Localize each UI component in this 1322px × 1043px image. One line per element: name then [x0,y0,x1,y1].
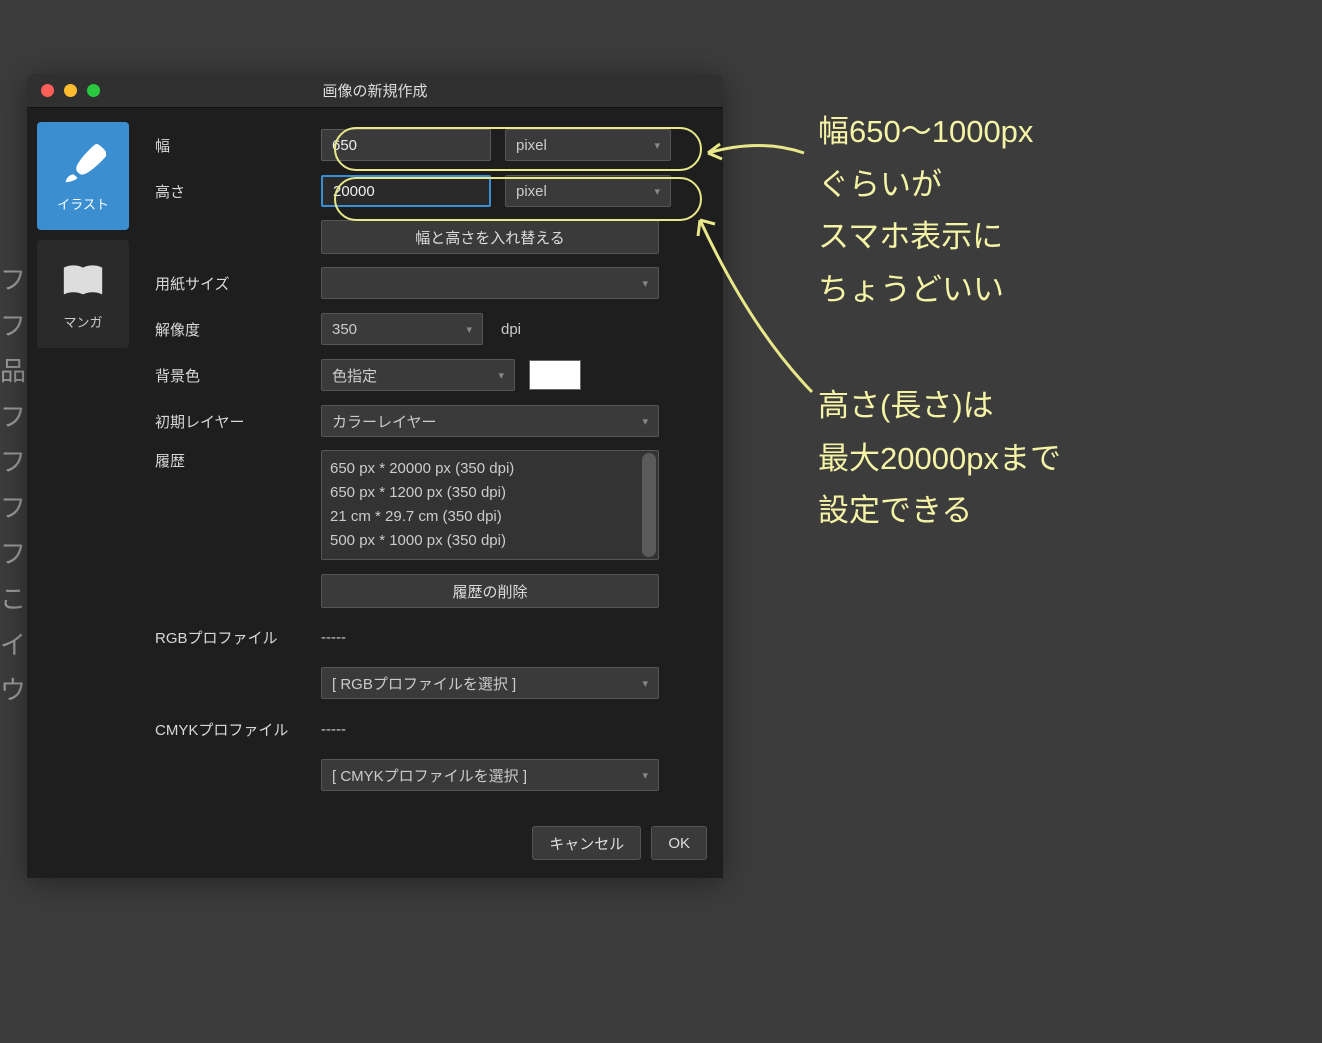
cmyk-profile-label: CMYKプロファイル [155,719,321,740]
resolution-value: 350 [332,321,357,338]
initial-layer-value: カラーレイヤー [332,411,437,432]
ok-button[interactable]: OK [651,826,707,860]
annotation-text-height: 高さ(長さ)は 最大20000pxまで 設定できる [818,380,1061,538]
clear-history-button[interactable]: 履歴の削除 [321,574,659,608]
bgcolor-swatch[interactable] [529,360,581,390]
bgcolor-value: 色指定 [332,365,377,386]
dialog-new-image: 画像の新規作成 イラスト マンガ 幅 pixel ▾ [27,74,723,878]
swap-wh-button[interactable]: 幅と高さを入れ替える [321,220,659,254]
cmyk-profile-select-text: [ CMYKプロファイルを選択 ] [332,765,527,786]
rgb-profile-label: RGBプロファイル [155,627,321,648]
chevron-down-icon: ▾ [642,415,648,428]
resolution-select[interactable]: 350 ▾ [321,313,483,345]
height-unit-select[interactable]: pixel ▾ [505,175,671,207]
height-unit-value: pixel [516,183,547,200]
titlebar: 画像の新規作成 [27,74,723,108]
sidebar-tab-manga[interactable]: マンガ [37,240,129,348]
chevron-down-icon: ▾ [466,323,472,336]
chevron-down-icon: ▾ [642,677,648,690]
zoom-icon[interactable] [87,84,100,97]
minimize-icon[interactable] [64,84,77,97]
resolution-unit: dpi [501,321,521,338]
history-item[interactable]: 650 px * 1200 px (350 dpi) [330,481,650,505]
height-input[interactable] [321,175,491,207]
rgb-profile-select[interactable]: [ RGBプロファイルを選択 ] ▾ [321,667,659,699]
paper-size-label: 用紙サイズ [155,273,321,294]
bgcolor-select[interactable]: 色指定 ▾ [321,359,515,391]
chevron-down-icon: ▾ [654,139,660,152]
bgcolor-label: 背景色 [155,365,321,386]
width-label: 幅 [155,135,321,156]
rgb-profile-select-text: [ RGBプロファイルを選択 ] [332,673,516,694]
width-unit-select[interactable]: pixel ▾ [505,129,671,161]
sidebar-tab-label: イラスト [57,194,109,213]
cmyk-profile-select[interactable]: [ CMYKプロファイルを選択 ] ▾ [321,759,659,791]
resolution-label: 解像度 [155,319,321,340]
annotation-text-width: 幅650〜1000px ぐらいが スマホ表示に ちょうどいい [818,106,1033,317]
form-area: 幅 pixel ▾ 高さ pixel ▾ [155,122,707,798]
chevron-down-icon: ▾ [642,769,648,782]
width-input[interactable] [321,129,491,161]
history-label: 履歴 [155,450,321,471]
history-item[interactable]: 500 px * 1000 px (350 dpi) [330,529,650,553]
sidebar-tab-label: マンガ [63,312,102,331]
chevron-down-icon: ▾ [642,277,648,290]
cmyk-profile-value: ----- [321,721,346,738]
history-item[interactable]: 21 cm * 29.7 cm (350 dpi) [330,505,650,529]
history-item[interactable]: 650 px * 20000 px (350 dpi) [330,457,650,481]
parent-app-edge: フフ品フフフフこイウ [0,260,22,716]
width-unit-value: pixel [516,137,547,154]
close-icon[interactable] [41,84,54,97]
paper-size-select[interactable]: ▾ [321,267,659,299]
history-listbox[interactable]: 650 px * 20000 px (350 dpi) 650 px * 120… [321,450,659,560]
initial-layer-select[interactable]: カラーレイヤー ▾ [321,405,659,437]
height-label: 高さ [155,181,321,202]
initial-layer-label: 初期レイヤー [155,411,321,432]
traffic-lights [41,84,100,97]
sidebar-tab-illust[interactable]: イラスト [37,122,129,230]
brush-icon [60,140,106,186]
chevron-down-icon: ▾ [654,185,660,198]
chevron-down-icon: ▾ [498,369,504,382]
window-title: 画像の新規作成 [27,80,723,101]
dialog-footer: キャンセル OK [27,822,723,878]
rgb-profile-value: ----- [321,629,346,646]
book-icon [60,258,106,304]
cancel-button[interactable]: キャンセル [532,826,641,860]
category-sidebar: イラスト マンガ [37,122,129,798]
